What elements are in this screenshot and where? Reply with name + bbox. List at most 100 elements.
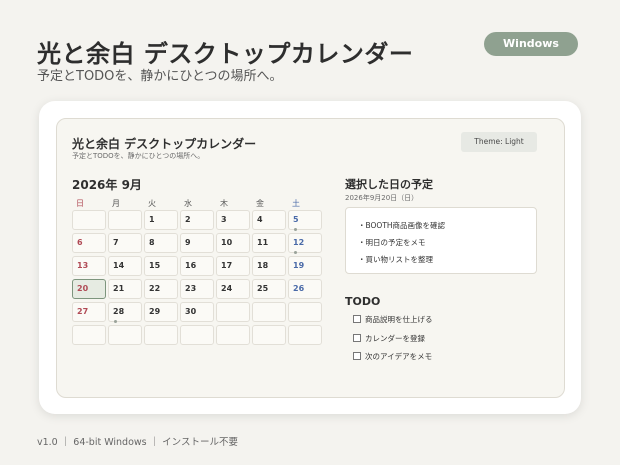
todo-item[interactable]: カレンダーを登録 bbox=[353, 333, 425, 344]
day-number: 3 bbox=[221, 215, 227, 224]
app-window: 光と余白 デスクトップカレンダー 予定とTODOを、静かにひとつの場所へ。 Th… bbox=[39, 101, 581, 414]
todo-label: 商品説明を仕上げる bbox=[365, 315, 433, 324]
weekday-label: 木 bbox=[220, 199, 228, 208]
calendar-empty-cell bbox=[288, 325, 322, 345]
event-indicator-dot bbox=[114, 320, 117, 323]
calendar-day-cell[interactable]: 21 bbox=[108, 279, 142, 299]
calendar-day-cell[interactable]: 18 bbox=[252, 256, 286, 276]
day-number: 5 bbox=[293, 215, 299, 224]
weekday-label: 月 bbox=[112, 199, 120, 208]
day-number: 11 bbox=[257, 238, 269, 247]
day-number: 22 bbox=[149, 284, 161, 293]
calendar-day-cell[interactable]: 17 bbox=[216, 256, 250, 276]
calendar-empty-cell bbox=[108, 325, 142, 345]
calendar-day-cell[interactable]: 25 bbox=[252, 279, 286, 299]
day-number: 24 bbox=[221, 284, 233, 293]
calendar-day-cell[interactable]: 14 bbox=[108, 256, 142, 276]
day-number: 7 bbox=[113, 238, 119, 247]
weekday-label: 金 bbox=[256, 199, 264, 208]
calendar-day-cell[interactable]: 7 bbox=[108, 233, 142, 253]
checkbox[interactable] bbox=[353, 334, 361, 342]
day-number: 25 bbox=[257, 284, 269, 293]
calendar-day-cell[interactable]: 1 bbox=[144, 210, 178, 230]
day-number: 29 bbox=[149, 307, 161, 316]
day-number: 6 bbox=[77, 238, 83, 247]
todo-item[interactable]: 次のアイデアをメモ bbox=[353, 351, 432, 362]
selected-day-heading: 選択した日の予定 bbox=[345, 178, 433, 191]
todo-item[interactable]: 商品説明を仕上げる bbox=[353, 314, 433, 325]
day-number: 17 bbox=[221, 261, 233, 270]
calendar-day-cell[interactable]: 6 bbox=[72, 233, 106, 253]
hero-subtitle: 予定とTODOを、静かにひとつの場所へ。 bbox=[37, 69, 283, 84]
calendar-empty-cell bbox=[252, 302, 286, 322]
event-item[interactable]: ・買い物リストを整理 bbox=[358, 254, 433, 265]
hero-title: 光と余白 デスクトップカレンダー bbox=[37, 40, 414, 68]
calendar-day-cell[interactable]: 20 bbox=[72, 279, 106, 299]
calendar-empty-cell bbox=[72, 210, 106, 230]
calendar-day-cell[interactable]: 3 bbox=[216, 210, 250, 230]
day-number: 23 bbox=[185, 284, 197, 293]
todo-label: カレンダーを登録 bbox=[365, 334, 425, 343]
calendar-day-cell[interactable]: 27 bbox=[72, 302, 106, 322]
event-item[interactable]: ・BOOTH商品画像を確認 bbox=[358, 220, 445, 231]
calendar-empty-cell bbox=[180, 325, 214, 345]
calendar-day-cell[interactable]: 9 bbox=[180, 233, 214, 253]
app-title: 光と余白 デスクトップカレンダー bbox=[72, 137, 257, 151]
checkbox[interactable] bbox=[353, 352, 361, 360]
calendar-day-cell[interactable]: 29 bbox=[144, 302, 178, 322]
calendar-day-cell[interactable]: 28 bbox=[108, 302, 142, 323]
todo-heading: TODO bbox=[345, 295, 381, 308]
events-list: ・BOOTH商品画像を確認 ・明日の予定をメモ ・買い物リストを整理 bbox=[345, 207, 537, 274]
calendar-day-cell[interactable]: 19 bbox=[288, 256, 322, 276]
calendar-empty-cell bbox=[72, 325, 106, 345]
calendar-day-cell[interactable]: 30 bbox=[180, 302, 214, 322]
day-number: 1 bbox=[149, 215, 155, 224]
day-number: 26 bbox=[293, 284, 305, 293]
calendar-day-cell[interactable]: 24 bbox=[216, 279, 250, 299]
theme-toggle-button[interactable]: Theme: Light bbox=[461, 132, 537, 152]
day-number: 10 bbox=[221, 238, 233, 247]
event-indicator-dot bbox=[294, 228, 297, 231]
day-number: 2 bbox=[185, 215, 191, 224]
weekday-label: 水 bbox=[184, 199, 192, 208]
calendar-day-cell[interactable]: 5 bbox=[288, 210, 322, 231]
day-number: 30 bbox=[185, 307, 197, 316]
checkbox[interactable] bbox=[353, 315, 361, 323]
calendar-day-cell[interactable]: 16 bbox=[180, 256, 214, 276]
calendar-empty-cell bbox=[288, 302, 322, 322]
calendar-empty-cell bbox=[216, 325, 250, 345]
day-number: 16 bbox=[185, 261, 197, 270]
event-indicator-dot bbox=[294, 251, 297, 254]
day-number: 12 bbox=[293, 238, 305, 247]
day-number: 8 bbox=[149, 238, 155, 247]
calendar-empty-cell bbox=[144, 325, 178, 345]
calendar-day-cell[interactable]: 4 bbox=[252, 210, 286, 230]
weekday-label: 土 bbox=[292, 199, 300, 208]
calendar-day-cell[interactable]: 15 bbox=[144, 256, 178, 276]
calendar-day-cell[interactable]: 8 bbox=[144, 233, 178, 253]
day-number: 21 bbox=[113, 284, 125, 293]
calendar-day-cell[interactable]: 2 bbox=[180, 210, 214, 230]
day-number: 13 bbox=[77, 261, 89, 270]
calendar-day-cell[interactable]: 12 bbox=[288, 233, 322, 254]
day-number: 18 bbox=[257, 261, 269, 270]
calendar-day-cell[interactable]: 22 bbox=[144, 279, 178, 299]
app-subtitle: 予定とTODOを、静かにひとつの場所へ。 bbox=[72, 152, 205, 160]
day-number: 19 bbox=[293, 261, 305, 270]
day-number: 15 bbox=[149, 261, 161, 270]
month-label: 2026年 9月 bbox=[72, 178, 142, 192]
day-number: 14 bbox=[113, 261, 125, 270]
platform-badge: Windows bbox=[484, 32, 578, 56]
calendar-day-cell[interactable]: 23 bbox=[180, 279, 214, 299]
calendar-empty-cell bbox=[108, 210, 142, 230]
app-panel: 光と余白 デスクトップカレンダー 予定とTODOを、静かにひとつの場所へ。 Th… bbox=[56, 118, 565, 398]
calendar-day-cell[interactable]: 10 bbox=[216, 233, 250, 253]
day-number: 20 bbox=[77, 284, 89, 293]
calendar-day-cell[interactable]: 26 bbox=[288, 279, 322, 299]
event-item[interactable]: ・明日の予定をメモ bbox=[358, 237, 426, 248]
day-number: 27 bbox=[77, 307, 89, 316]
calendar-day-cell[interactable]: 13 bbox=[72, 256, 106, 276]
todo-label: 次のアイデアをメモ bbox=[365, 352, 433, 361]
day-number: 4 bbox=[257, 215, 263, 224]
calendar-day-cell[interactable]: 11 bbox=[252, 233, 286, 253]
